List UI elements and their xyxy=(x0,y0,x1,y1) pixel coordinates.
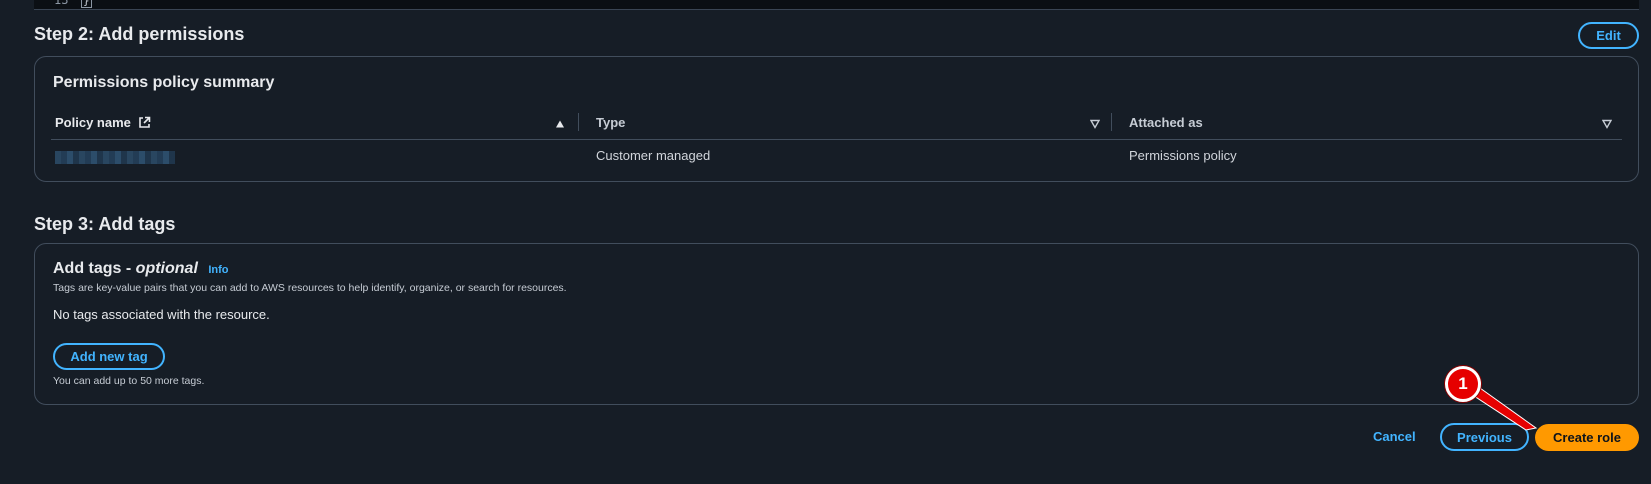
row-divider xyxy=(51,139,1622,140)
cell-attached-as: Permissions policy xyxy=(1129,148,1237,163)
cell-type: Customer managed xyxy=(596,148,711,163)
create-role-button[interactable]: Create role xyxy=(1535,424,1639,451)
tags-limit-text: You can add up to 50 more tags. xyxy=(53,375,205,387)
external-link-icon xyxy=(138,116,150,128)
code-editor-bottom: 13 } xyxy=(34,0,1639,10)
column-label: Policy name xyxy=(55,115,131,130)
column-header-policy-name[interactable]: Policy name xyxy=(55,115,151,130)
no-tags-text: No tags associated with the resource. xyxy=(53,307,270,322)
permissions-policy-panel: Permissions policy summary Policy name T… xyxy=(34,56,1639,182)
info-link[interactable]: Info xyxy=(208,264,228,276)
redacted-policy-name[interactable] xyxy=(55,151,175,164)
sort-icon[interactable] xyxy=(1090,119,1100,129)
line-number: 13 xyxy=(54,0,69,7)
column-divider xyxy=(1111,113,1112,131)
step3-heading: Step 3: Add tags xyxy=(34,214,176,234)
step2-heading: Step 2: Add permissions xyxy=(34,24,245,44)
add-new-tag-button[interactable]: Add new tag xyxy=(53,343,165,370)
tags-description: Tags are key-value pairs that you can ad… xyxy=(53,282,567,294)
annotation-badge: 1 xyxy=(1445,366,1481,402)
edit-button[interactable]: Edit xyxy=(1578,22,1639,49)
add-tags-panel: Add tags - optional Info Tags are key-va… xyxy=(34,243,1639,405)
code-text[interactable]: } xyxy=(81,0,92,8)
panel-title-text: Add tags - xyxy=(53,260,136,277)
panel-title: Permissions policy summary xyxy=(53,74,275,91)
sort-icon[interactable] xyxy=(1602,119,1612,129)
panel-title: Add tags - optional Info xyxy=(53,260,229,278)
column-header-type[interactable]: Type xyxy=(596,115,625,130)
cancel-button[interactable]: Cancel xyxy=(1373,429,1416,444)
column-divider xyxy=(578,113,579,131)
panel-title-optional: optional xyxy=(135,260,198,277)
column-header-attached-as[interactable]: Attached as xyxy=(1129,115,1203,130)
sort-ascending-icon[interactable] xyxy=(555,119,565,129)
